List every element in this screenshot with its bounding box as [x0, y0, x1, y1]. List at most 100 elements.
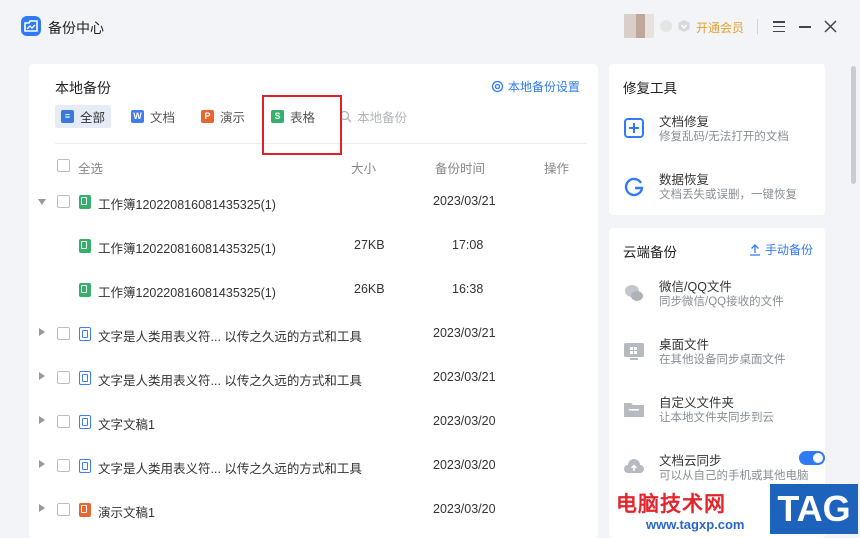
time-column-header: 备份时间: [435, 162, 486, 176]
repair-tools-title: 修复工具: [623, 81, 677, 96]
table-row[interactable]: 文字是人类用表义符... 以传之久远的方式和工具 2023/03/21: [29, 356, 598, 400]
collapse-arrow-icon[interactable]: [38, 199, 46, 205]
row-checkbox[interactable]: [57, 371, 70, 384]
table-row[interactable]: 工作簿120220816081435325(1) 2023/03/21: [29, 180, 598, 224]
cloud-sync-toggle[interactable]: [799, 451, 825, 465]
open-vip-link[interactable]: 开通会员: [696, 19, 744, 36]
user-avatar[interactable]: [624, 14, 654, 38]
spreadsheet-file-icon: [79, 239, 91, 253]
table-row[interactable]: 工作簿120220816081435325(1) 26KB 16:38: [29, 268, 598, 312]
search-placeholder: 本地备份: [357, 111, 408, 125]
cloud-backup-title: 云端备份: [623, 245, 677, 260]
file-name: 文字是人类用表义符... 以传之久远的方式和工具: [98, 374, 362, 388]
spreadsheet-file-icon: [79, 283, 91, 297]
backup-time: 16:38: [452, 282, 484, 296]
ppt-icon: P: [201, 110, 215, 123]
file-size: 26KB: [354, 282, 385, 296]
document-repair-desc: 修复乱码/无法打开的文档: [659, 131, 789, 143]
highlight-annotation-box: [262, 95, 342, 155]
file-name: 文字是人类用表义符... 以传之久远的方式和工具: [98, 462, 362, 476]
folder-icon: [624, 403, 644, 417]
title-bar: 备份中心 开通会员: [0, 0, 860, 54]
ppt-file-icon: [79, 503, 91, 517]
backup-time: 2023/03/20: [433, 458, 496, 472]
table-row[interactable]: 文字是人类用表义符... 以传之久远的方式和工具 2023/03/21: [29, 312, 598, 356]
action-column-header: 操作: [544, 162, 570, 176]
manual-backup-label: 手动备份: [764, 243, 813, 257]
titlebar-divider: [757, 19, 758, 34]
select-all-label: 全选: [78, 162, 104, 176]
local-backup-title: 本地备份: [55, 80, 111, 96]
vip-icon[interactable]: [677, 19, 691, 33]
desktop-files-desc: 在其他设备同步桌面文件: [659, 354, 786, 366]
custom-folder-desc: 让本地文件夹同步到云: [659, 412, 774, 424]
document-repair-icon: [624, 118, 644, 138]
minimize-icon[interactable]: [799, 26, 811, 28]
app-title: 备份中心: [48, 20, 104, 36]
desktop-icon: [624, 343, 644, 360]
data-recovery-icon: [624, 177, 644, 197]
custom-folder-item[interactable]: 自定义文件夹 让本地文件夹同步到云: [623, 392, 823, 432]
word-file-icon: [79, 415, 91, 429]
tab-documents-label: 文档: [150, 111, 176, 125]
select-all-checkbox[interactable]: [57, 159, 70, 172]
settings-gear-icon: [491, 80, 504, 93]
expand-arrow-icon[interactable]: [39, 416, 45, 424]
document-repair-item[interactable]: 文档修复 修复乱码/无法打开的文档: [623, 111, 823, 151]
expand-arrow-icon[interactable]: [39, 504, 45, 512]
settings-link-label: 本地备份设置: [507, 80, 580, 94]
row-checkbox[interactable]: [57, 459, 70, 472]
wechat-qq-desc: 同步微信/QQ接收的文件: [659, 296, 784, 308]
row-checkbox[interactable]: [57, 503, 70, 516]
file-size: 27KB: [354, 238, 385, 252]
wechat-qq-files-item[interactable]: 微信/QQ文件 同步微信/QQ接收的文件: [623, 276, 823, 316]
upload-icon: [749, 243, 760, 256]
expand-arrow-icon[interactable]: [39, 460, 45, 468]
row-checkbox[interactable]: [57, 195, 70, 208]
desktop-files-item[interactable]: 桌面文件 在其他设备同步桌面文件: [623, 334, 823, 374]
table-row[interactable]: 工作簿120220816081435325(1) 27KB 17:08: [29, 224, 598, 268]
row-checkbox[interactable]: [57, 415, 70, 428]
tab-presentations-label: 演示: [220, 111, 246, 125]
scrollbar[interactable]: [851, 66, 856, 184]
expand-arrow-icon[interactable]: [39, 328, 45, 336]
table-row[interactable]: 演示文稿1 2023/03/20: [29, 488, 598, 532]
table-header: 全选 大小 备份时间 操作: [29, 158, 598, 178]
table-row[interactable]: 文字文稿1 2023/03/20: [29, 400, 598, 444]
file-name: 工作簿120220816081435325(1): [98, 242, 276, 256]
data-recovery-desc: 文档丢失或误删，一键恢复: [659, 189, 797, 201]
expand-arrow-icon[interactable]: [39, 372, 45, 380]
tab-all[interactable]: ≡ 全部: [55, 105, 112, 128]
table-row[interactable]: 文字是人类用表义符... 以传之久远的方式和工具 2023/03/20: [29, 444, 598, 488]
search-input[interactable]: 本地备份: [339, 107, 407, 126]
backup-time: 2023/03/21: [433, 326, 496, 340]
tab-presentations[interactable]: P 演示: [195, 105, 251, 128]
cloud-upload-icon: [624, 459, 644, 473]
backup-time: 2023/03/21: [433, 194, 496, 208]
manual-backup-button[interactable]: 手动备份: [749, 241, 813, 258]
close-icon[interactable]: [824, 20, 837, 33]
list-icon: ≡: [61, 110, 74, 123]
file-name: 工作簿120220816081435325(1): [98, 286, 276, 300]
local-backup-settings-link[interactable]: 本地备份设置: [491, 78, 580, 95]
watermark: 电脑技术网 www.tagxp.com TAG: [596, 482, 860, 538]
word-file-icon: [79, 459, 91, 473]
backup-time: 17:08: [452, 238, 484, 252]
menu-icon[interactable]: [773, 21, 785, 33]
tab-all-label: 全部: [80, 111, 106, 125]
data-recovery-item[interactable]: 数据恢复 文档丢失或误删，一键恢复: [623, 169, 823, 209]
row-checkbox[interactable]: [57, 327, 70, 340]
word-file-icon: [79, 371, 91, 385]
backup-time: 2023/03/21: [433, 370, 496, 384]
word-file-icon: [79, 327, 91, 341]
app-logo-icon: [21, 16, 41, 36]
watermark-text: 电脑技术网: [616, 493, 726, 516]
file-name: 文字文稿1: [98, 418, 155, 432]
watermark-tag: TAG: [770, 484, 858, 534]
doc-cloud-sync-desc: 可以从自己的手机或其他电脑: [659, 470, 809, 482]
file-name: 演示文稿1: [98, 506, 155, 520]
spreadsheet-file-icon: [79, 195, 91, 209]
avatar-badge-icon: [660, 20, 672, 32]
tab-documents[interactable]: W 文档: [125, 105, 181, 128]
size-column-header: 大小: [351, 162, 377, 176]
